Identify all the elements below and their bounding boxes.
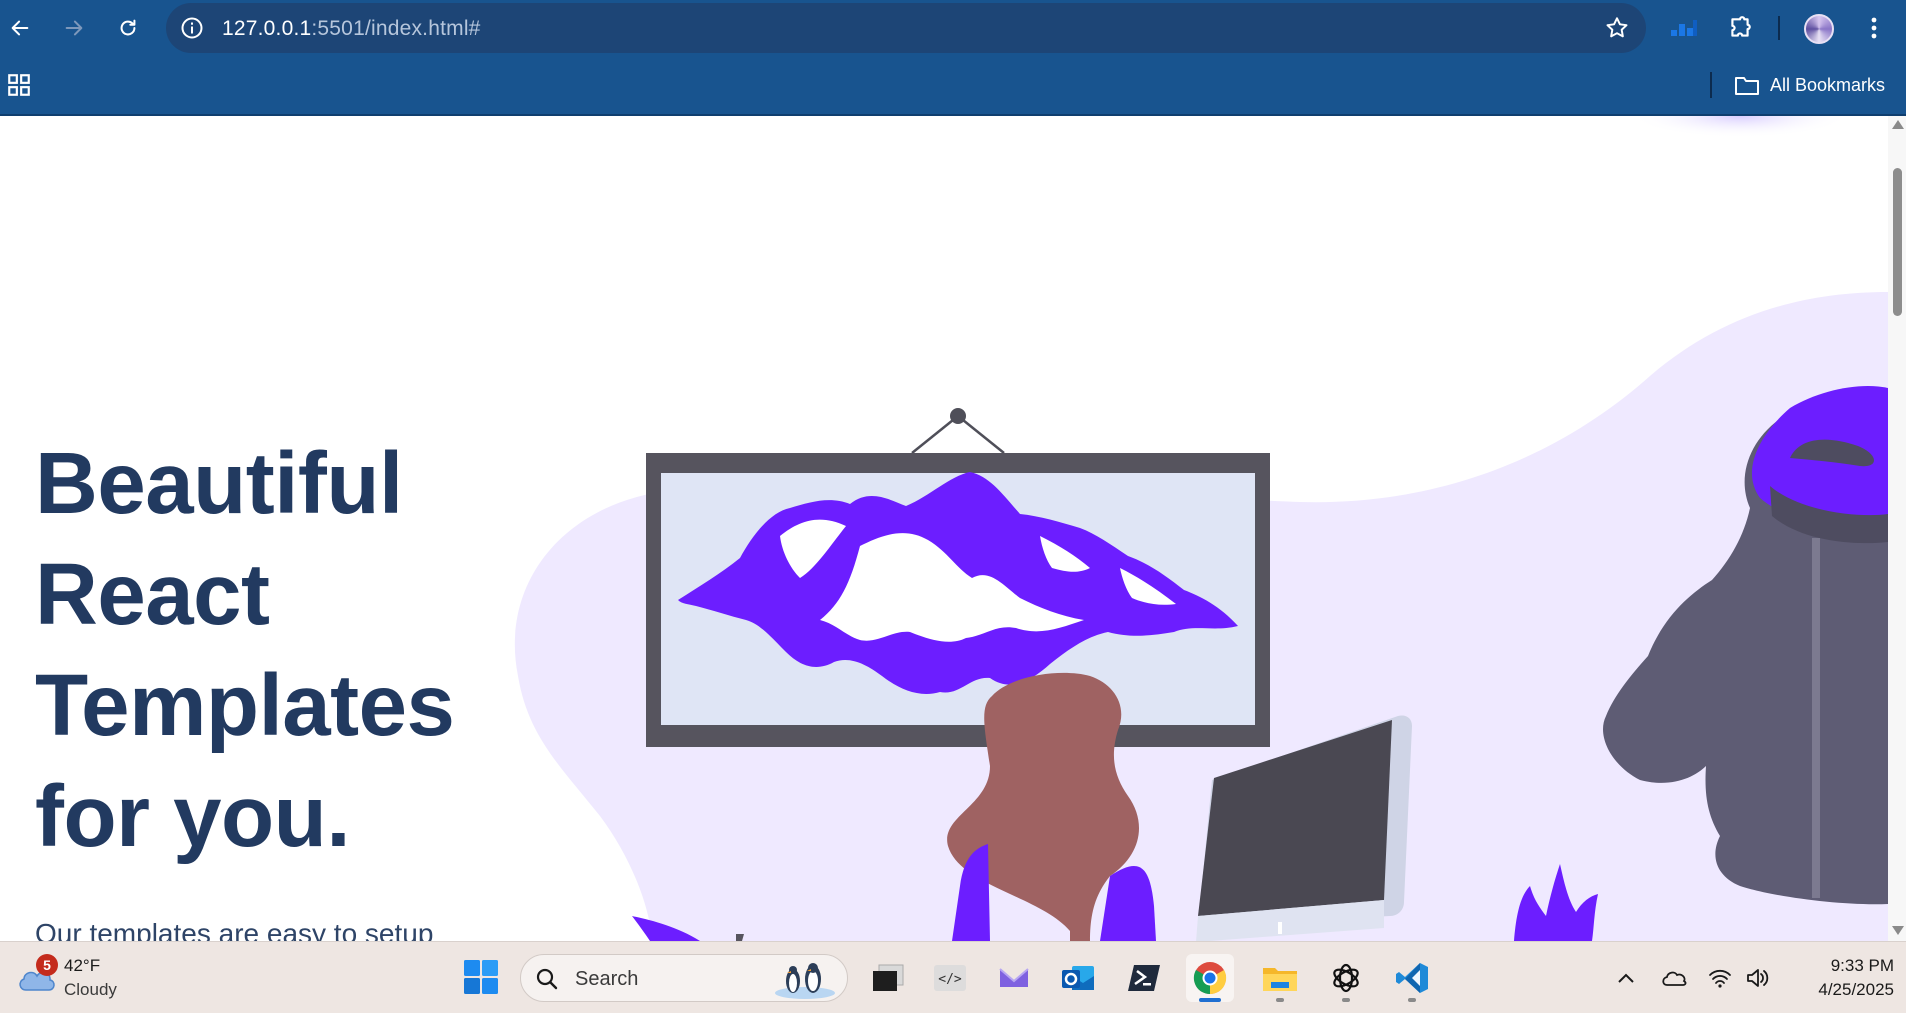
back-arrow-icon [11, 20, 29, 36]
vscode-icon [1396, 963, 1428, 993]
tray-volume[interactable] [1744, 964, 1772, 992]
taskbar-clock[interactable]: 9:33 PM 4/25/2025 [1794, 954, 1894, 1002]
taskbar-app-vscode[interactable] [1388, 954, 1436, 1002]
toolbar-divider [1778, 16, 1780, 40]
page-scrollbar[interactable] [1888, 116, 1906, 941]
extension-meter-button[interactable] [1668, 12, 1700, 44]
vscode-running-indicator [1408, 998, 1416, 1002]
hero-title: Beautiful React Templates for you. [35, 435, 455, 865]
taskbar-app-chatgpt[interactable] [1322, 954, 1370, 1002]
bookmarks-divider [1710, 72, 1712, 98]
terminal-icon [873, 964, 904, 991]
browser-menu-button[interactable] [1858, 12, 1890, 44]
search-icon [536, 968, 558, 990]
all-bookmarks-button[interactable]: All Bookmarks [1734, 70, 1885, 100]
onedrive-cloud-icon [1662, 971, 1687, 986]
extensions-button[interactable] [1724, 12, 1756, 44]
taskbar-app-mail[interactable] [990, 954, 1038, 1002]
code-icon: </> [934, 965, 966, 991]
profile-avatar[interactable] [1804, 14, 1834, 44]
taskbar-app-code-editor[interactable]: </> [926, 954, 974, 1002]
chrome-icon [1193, 962, 1227, 995]
taskbar-app-powershell[interactable] [1120, 954, 1168, 1002]
chevron-up-icon [1618, 973, 1634, 983]
extensions-puzzle-icon [1731, 16, 1751, 37]
bookmark-star-icon[interactable] [1604, 15, 1630, 41]
volume-icon [1747, 969, 1769, 987]
scroll-down-arrow-icon[interactable] [1892, 926, 1904, 935]
mail-icon [999, 968, 1029, 987]
chatgpt-icon [1333, 963, 1359, 993]
chrome-running-indicator [1199, 998, 1221, 1002]
hero-subtitle: Our templates are easy to setup [35, 918, 434, 941]
windows-start-icon[interactable] [463, 959, 499, 995]
forward-button[interactable] [56, 10, 92, 46]
folder-icon [1735, 77, 1759, 95]
menu-dots-icon [1871, 17, 1877, 39]
extension-meter-icon [1671, 20, 1697, 36]
explorer-running-indicator [1276, 998, 1284, 1002]
taskbar-search[interactable]: Search [520, 954, 848, 1002]
weather-badge: 5 [36, 954, 58, 976]
wifi-icon [1709, 969, 1731, 988]
weather-widget[interactable]: 5 42°F Cloudy [12, 954, 152, 1004]
url-host: 127.0.0.1 [222, 17, 312, 40]
chatgpt-running-indicator [1342, 998, 1350, 1002]
tray-onedrive[interactable] [1660, 964, 1688, 992]
reload-icon [120, 19, 136, 36]
outlook-icon [1062, 966, 1094, 990]
windows-taskbar: 5 42°F Cloudy Search </> 9:33 PM 4/25/20… [0, 941, 1906, 1013]
powershell-icon [1128, 965, 1160, 991]
taskbar-app-terminal[interactable] [864, 954, 912, 1002]
scroll-up-arrow-icon[interactable] [1892, 120, 1904, 129]
back-button[interactable] [2, 10, 38, 46]
clock-date: 4/25/2025 [1818, 980, 1894, 999]
page-viewport: Beautiful React Templates for you. Our t… [0, 116, 1888, 941]
weather-temperature: 42°F [64, 956, 101, 975]
bookmarks-bar: All Bookmarks [0, 56, 1906, 116]
weather-condition: Cloudy [64, 980, 117, 999]
taskbar-app-chrome[interactable] [1186, 954, 1234, 1002]
penguins-search-highlight-icon [775, 963, 835, 999]
scroll-thumb[interactable] [1893, 168, 1902, 316]
search-label: Search [575, 968, 639, 990]
svg-text:</>: </> [938, 972, 962, 987]
taskbar-app-outlook[interactable] [1054, 954, 1102, 1002]
browser-toolbar: 127.0.0.1:5501/index.html# [0, 0, 1906, 56]
address-bar[interactable]: 127.0.0.1:5501/index.html# [166, 3, 1646, 53]
url-path: :5501/index.html# [311, 17, 481, 40]
forward-arrow-icon [65, 20, 83, 36]
clock-time: 9:33 PM [1830, 956, 1894, 975]
url-text[interactable]: 127.0.0.1:5501/index.html# [222, 17, 481, 41]
tray-wifi[interactable] [1706, 964, 1734, 992]
site-info-icon[interactable] [180, 16, 204, 40]
all-bookmarks-label: All Bookmarks [1770, 74, 1886, 95]
apps-grid-icon[interactable] [6, 72, 32, 98]
taskbar-app-file-explorer[interactable] [1256, 954, 1304, 1002]
tray-overflow-button[interactable] [1612, 964, 1640, 992]
reload-button[interactable] [110, 10, 146, 46]
file-explorer-icon [1263, 968, 1297, 991]
